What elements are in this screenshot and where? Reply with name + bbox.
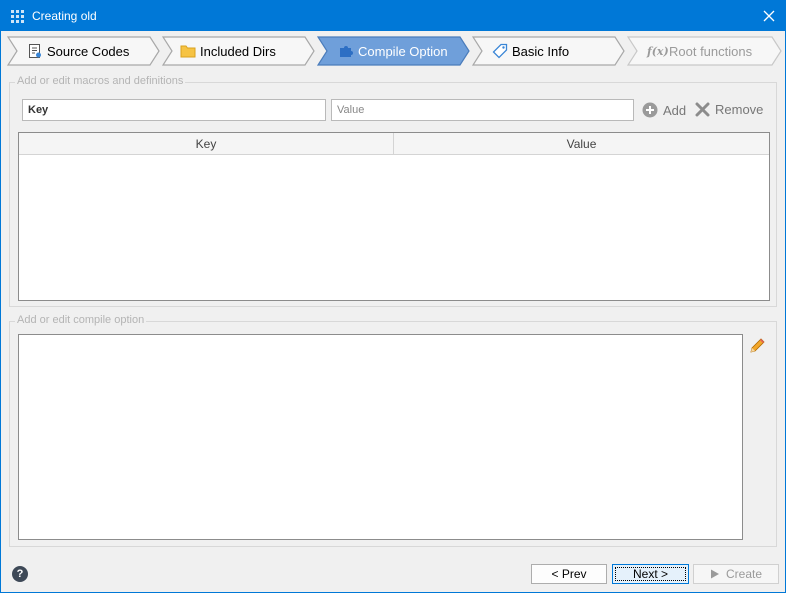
prev-button[interactable]: < Prev bbox=[531, 564, 607, 584]
remove-button[interactable]: Remove bbox=[695, 102, 763, 117]
wizard-steps: Source Codes Included Dirs Compile Optio… bbox=[7, 36, 783, 68]
column-header-value[interactable]: Value bbox=[394, 133, 769, 155]
add-icon bbox=[642, 102, 658, 118]
window-title: Creating old bbox=[32, 9, 97, 23]
create-label: Create bbox=[725, 567, 763, 581]
dialog-window: Creating old Source Codes Included Dirs … bbox=[0, 0, 786, 593]
title-bar: Creating old bbox=[1, 1, 785, 31]
step-label: Root functions bbox=[669, 43, 753, 59]
puzzle-icon bbox=[338, 43, 354, 59]
add-label: Add bbox=[663, 102, 687, 118]
next-button[interactable]: Next > bbox=[612, 564, 689, 584]
macros-table[interactable]: Key Value bbox=[18, 132, 770, 301]
table-header: Key Value bbox=[19, 133, 769, 155]
step-label: Source Codes bbox=[47, 43, 130, 59]
help-icon[interactable]: ? bbox=[12, 566, 28, 582]
step-source-codes[interactable]: Source Codes bbox=[7, 36, 161, 66]
macro-value-input[interactable]: Value bbox=[331, 99, 634, 121]
compile-option-textarea[interactable] bbox=[18, 334, 743, 540]
source-code-icon bbox=[27, 43, 43, 59]
close-icon bbox=[763, 10, 775, 22]
step-label: Compile Option bbox=[358, 43, 448, 59]
pencil-icon[interactable] bbox=[748, 337, 766, 355]
play-icon bbox=[710, 569, 719, 579]
focus-ring bbox=[615, 567, 686, 581]
grid-app-icon bbox=[11, 10, 24, 23]
step-compile-option[interactable]: Compile Option bbox=[317, 36, 471, 66]
step-included-dirs[interactable]: Included Dirs bbox=[162, 36, 316, 66]
close-button[interactable] bbox=[753, 1, 785, 31]
compile-option-group-label: Add or edit compile option bbox=[15, 314, 147, 326]
column-header-key[interactable]: Key bbox=[19, 133, 394, 155]
create-button[interactable]: Create bbox=[693, 564, 779, 584]
macros-group-label: Add or edit macros and definitions bbox=[15, 75, 186, 87]
tag-icon bbox=[492, 43, 508, 59]
macro-key-input[interactable]: Key bbox=[22, 99, 326, 121]
add-button[interactable]: Add bbox=[642, 102, 686, 118]
function-icon: f(x) bbox=[647, 44, 669, 58]
step-root-functions[interactable]: f(x) Root functions bbox=[627, 36, 783, 66]
step-label: Basic Info bbox=[512, 43, 570, 59]
step-basic-info[interactable]: Basic Info bbox=[472, 36, 626, 66]
remove-label: Remove bbox=[715, 102, 764, 117]
remove-icon bbox=[695, 102, 710, 117]
step-label: Included Dirs bbox=[200, 43, 276, 59]
folder-icon bbox=[180, 43, 196, 59]
